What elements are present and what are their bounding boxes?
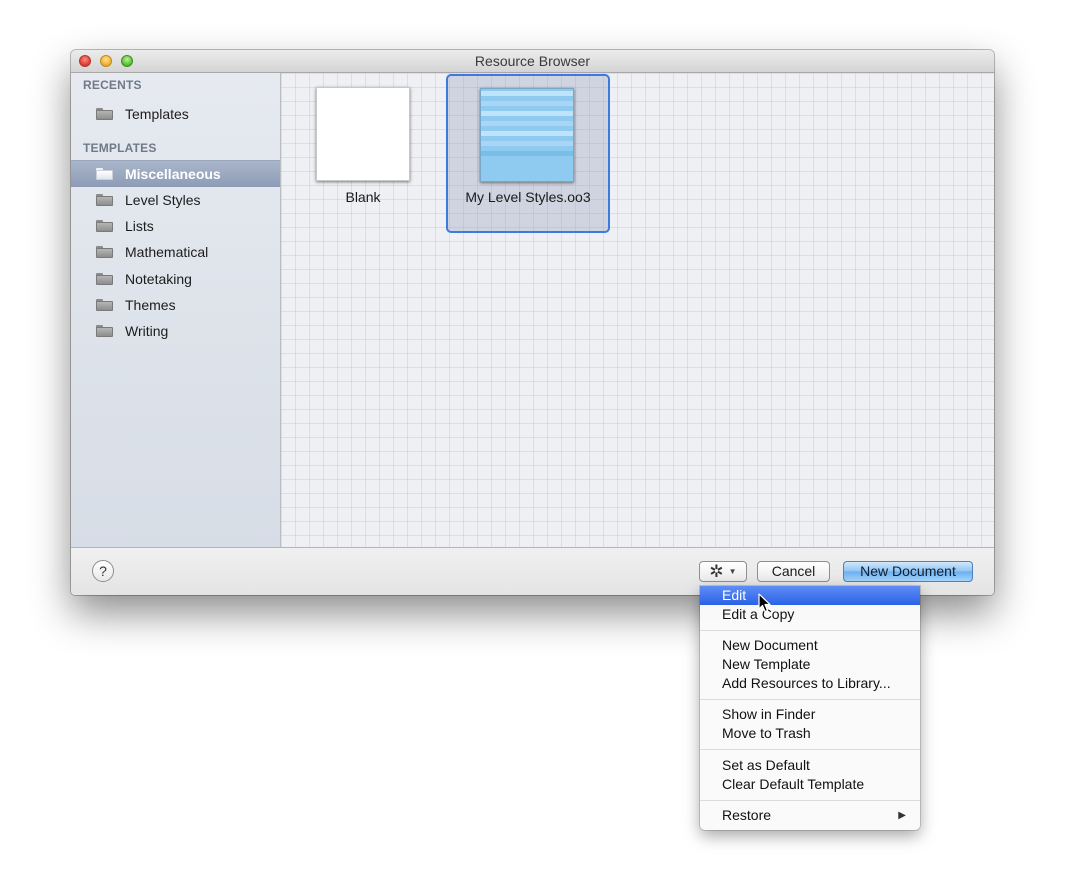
tile-label: Blank xyxy=(345,189,381,205)
menu-item-label: New Document xyxy=(722,637,818,653)
template-grid: Blank My Level Styles.oo3 xyxy=(281,73,994,547)
sidebar-item-themes[interactable]: Themes xyxy=(71,292,280,318)
level-styles-thumbnail xyxy=(480,88,574,182)
folder-icon xyxy=(96,108,113,120)
help-button[interactable]: ? xyxy=(92,560,114,582)
menu-separator xyxy=(700,749,920,750)
sidebar-item-label: Mathematical xyxy=(125,244,209,260)
sidebar-item-label: Templates xyxy=(125,106,189,122)
menu-item-label: New Template xyxy=(722,656,811,672)
menu-item-add-resources[interactable]: Add Resources to Library... xyxy=(700,674,920,693)
menu-item-label: Add Resources to Library... xyxy=(722,675,891,691)
sidebar-item-mathematical[interactable]: Mathematical xyxy=(71,239,280,265)
menu-item-label: Clear Default Template xyxy=(722,776,865,792)
menu-separator xyxy=(700,800,920,801)
folder-icon xyxy=(96,246,113,258)
gear-icon: ✲ xyxy=(709,562,724,581)
cancel-button[interactable]: Cancel xyxy=(757,561,830,582)
tile-label: My Level Styles.oo3 xyxy=(465,189,591,205)
menu-item-label: Restore xyxy=(722,807,772,823)
template-tile-blank[interactable]: Blank xyxy=(309,83,417,213)
folder-icon xyxy=(96,299,113,311)
sidebar-item-recent-templates[interactable]: Templates xyxy=(71,101,280,127)
menu-item-edit[interactable]: Edit xyxy=(700,586,920,605)
menu-item-show-in-finder[interactable]: Show in Finder xyxy=(700,705,920,724)
folder-icon xyxy=(96,168,113,180)
recents-header: RECENTS xyxy=(83,78,142,92)
menu-item-label: Move to Trash xyxy=(722,725,811,741)
folder-icon xyxy=(96,220,113,232)
menu-item-label: Set as Default xyxy=(722,757,810,773)
sidebar-item-label: Miscellaneous xyxy=(125,166,221,182)
menu-item-move-to-trash[interactable]: Move to Trash xyxy=(700,724,920,743)
sidebar-item-label: Writing xyxy=(125,323,169,339)
action-menu-button[interactable]: ✲ ▼ xyxy=(699,561,747,582)
menu-item-edit-a-copy[interactable]: Edit a Copy xyxy=(700,605,920,624)
menu-item-new-template[interactable]: New Template xyxy=(700,655,920,674)
chevron-down-icon: ▼ xyxy=(728,567,737,576)
templates-header: TEMPLATES xyxy=(83,141,157,155)
menu-item-label: Edit xyxy=(722,587,747,603)
action-popup-menu: Edit Edit a Copy New Document New Templa… xyxy=(700,586,920,830)
sidebar: RECENTS Templates TEMPLATES Miscellaneou… xyxy=(71,73,281,547)
folder-icon xyxy=(96,325,113,337)
menu-item-clear-default-template[interactable]: Clear Default Template xyxy=(700,775,920,794)
menu-item-set-as-default[interactable]: Set as Default xyxy=(700,756,920,775)
title-bar[interactable]: Resource Browser xyxy=(71,50,994,73)
sidebar-item-label: Level Styles xyxy=(125,192,201,208)
menu-separator xyxy=(700,699,920,700)
window-title: Resource Browser xyxy=(474,53,591,69)
folder-icon xyxy=(96,194,113,206)
blank-thumbnail xyxy=(316,87,410,181)
sidebar-item-level-styles[interactable]: Level Styles xyxy=(71,187,280,213)
new-document-button[interactable]: New Document xyxy=(843,561,973,582)
sidebar-item-writing[interactable]: Writing xyxy=(71,318,280,344)
mouse-pointer-icon xyxy=(758,593,771,613)
sidebar-item-label: Themes xyxy=(125,297,176,313)
menu-separator xyxy=(700,630,920,631)
folder-icon xyxy=(96,273,113,285)
sidebar-item-miscellaneous[interactable]: Miscellaneous xyxy=(71,160,280,187)
sidebar-item-label: Lists xyxy=(125,218,154,234)
menu-item-new-document[interactable]: New Document xyxy=(700,636,920,655)
sidebar-item-notetaking[interactable]: Notetaking xyxy=(71,266,280,292)
sidebar-item-lists[interactable]: Lists xyxy=(71,213,280,239)
template-tile-my-level-styles[interactable]: My Level Styles.oo3 xyxy=(446,74,610,233)
sidebar-item-label: Notetaking xyxy=(125,271,192,287)
submenu-arrow-icon: ▶ xyxy=(898,810,906,821)
resource-browser-window: Resource Browser RECENTS Templates TEMPL… xyxy=(71,50,994,595)
menu-item-restore[interactable]: Restore ▶ xyxy=(700,806,920,825)
menu-item-label: Show in Finder xyxy=(722,706,816,722)
